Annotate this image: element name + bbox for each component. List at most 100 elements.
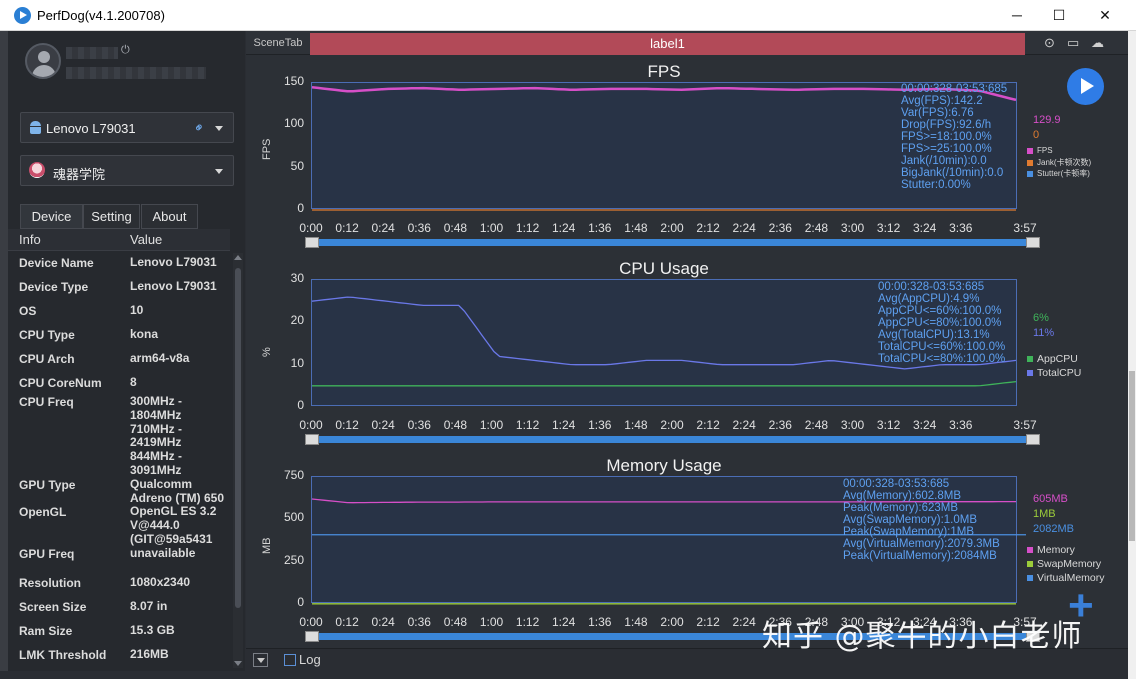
device-select-value: Lenovo L79031 xyxy=(46,121,136,136)
scroll-up-icon[interactable] xyxy=(234,255,242,260)
link-icon[interactable]: ⚭ xyxy=(190,118,209,137)
info-key: CPU Freq xyxy=(19,395,74,409)
memory-x-tick-label: 0:36 xyxy=(407,615,431,629)
info-value: unavailable xyxy=(130,546,196,560)
app-select[interactable]: 魂器学院 xyxy=(20,155,234,186)
fps-range-slider[interactable] xyxy=(312,239,1038,246)
chevron-down-icon xyxy=(215,126,223,131)
power-icon[interactable]: ⏻ xyxy=(121,44,130,57)
fps-x-tick-label: 2:00 xyxy=(660,221,684,235)
info-value: 8 xyxy=(130,375,137,389)
legend-label: Jank(卡顿次数) xyxy=(1037,158,1092,167)
info-key: CPU Type xyxy=(19,328,75,342)
legend-label: Memory xyxy=(1037,544,1075,556)
memory-x-tick-label: 2:12 xyxy=(696,615,720,629)
scrollbar-thumb[interactable] xyxy=(235,268,241,608)
window-left-border xyxy=(0,31,8,679)
memory-legend-value: 2082MB xyxy=(1033,523,1074,535)
cpu-slider-start-handle[interactable] xyxy=(305,434,319,445)
info-value: 1080x2340 xyxy=(130,575,191,589)
fps-slider-end-handle[interactable] xyxy=(1026,237,1040,248)
tab-device[interactable]: Device xyxy=(20,204,83,229)
cpu-x-tick-label: 2:12 xyxy=(696,418,720,432)
info-scrollbar[interactable] xyxy=(233,253,243,668)
fps-legend-item[interactable]: Stutter(卡顿率) xyxy=(1027,168,1090,179)
device-select[interactable]: Lenovo L79031 ⚭ xyxy=(20,112,234,143)
memory-x-tick-label: 1:12 xyxy=(515,615,540,629)
fps-x-tick-label: 3:36 xyxy=(949,221,973,235)
folder-icon[interactable]: ▭ xyxy=(1067,35,1079,51)
memory-x-tick-label: 0:24 xyxy=(371,615,395,629)
fps-x-tick-label: 0:00 xyxy=(299,221,323,235)
cpu-legend-item[interactable]: AppCPU xyxy=(1027,353,1078,365)
info-value: kona xyxy=(130,327,159,341)
cpu-series-line-0 xyxy=(312,380,1017,387)
memory-legend-value: 1MB xyxy=(1033,508,1056,520)
legend-label: AppCPU xyxy=(1037,353,1078,365)
cpu-slider-end-handle[interactable] xyxy=(1026,434,1040,445)
log-label: Log xyxy=(299,652,321,667)
legend-swatch xyxy=(1027,170,1033,177)
maximize-button[interactable]: ☐ xyxy=(1036,0,1082,31)
avatar[interactable] xyxy=(25,43,61,79)
info-key: LMK Threshold xyxy=(19,648,107,662)
fps-y-tick-label: 150 xyxy=(283,74,304,88)
scroll-down-icon[interactable] xyxy=(234,661,242,666)
legend-label: SwapMemory xyxy=(1037,558,1102,570)
fps-x-tick-label: 0:36 xyxy=(407,221,431,235)
legend-swatch xyxy=(1027,575,1033,582)
cpu-legend-item[interactable]: TotalCPU xyxy=(1027,367,1081,379)
fps-x-tick-label: 2:48 xyxy=(804,221,829,235)
scenetab-button[interactable]: SceneTab xyxy=(246,31,310,55)
cpu-range-slider[interactable] xyxy=(312,436,1038,443)
fps-slider-start-handle[interactable] xyxy=(305,237,319,248)
fps-x-tick-label: 1:24 xyxy=(552,221,576,235)
cpu-y-tick-label: 0 xyxy=(297,398,304,412)
info-table-header: Info Value xyxy=(8,229,230,251)
cpu-chart-title: CPU Usage xyxy=(619,259,709,278)
play-button[interactable] xyxy=(1067,68,1104,105)
outer-scrollbar[interactable] xyxy=(1128,31,1136,679)
outer-scrollbar-thumb[interactable] xyxy=(1129,371,1135,541)
expand-button[interactable] xyxy=(253,653,268,667)
memory-x-tick-label: 2:24 xyxy=(732,615,756,629)
info-value: Lenovo L79031 xyxy=(130,279,217,293)
info-value: 300MHz - 1804MHz 710MHz - 2419MHz 844MHz… xyxy=(130,394,183,477)
legend-label: Stutter(卡顿率) xyxy=(1037,169,1090,178)
memory-slider-start-handle[interactable] xyxy=(305,631,319,642)
app-select-value: 魂器学院 xyxy=(53,167,106,182)
info-value: 216MB xyxy=(130,647,169,661)
fps-legend-item[interactable]: Jank(卡顿次数) xyxy=(1027,157,1091,168)
cpu-x-tick-label: 1:48 xyxy=(624,418,648,432)
fps-x-tick-label: 1:12 xyxy=(515,221,540,235)
legend-swatch xyxy=(1027,547,1033,554)
minimize-button[interactable]: ─ xyxy=(994,0,1040,31)
memory-legend-item[interactable]: SwapMemory xyxy=(1027,558,1101,570)
location-icon[interactable]: ⊙ xyxy=(1044,35,1055,51)
info-value: OpenGL ES 3.2 V@444.0 (GIT@59a5431 xyxy=(130,504,217,546)
tab-setting[interactable]: Setting xyxy=(83,204,140,229)
info-key: OS xyxy=(19,304,37,318)
scene-label-tab[interactable]: label1 xyxy=(310,33,1025,55)
cpu-x-tick-label: 0:00 xyxy=(299,418,323,432)
perfdog-logo-icon xyxy=(14,7,31,24)
fps-x-tick-label: 1:36 xyxy=(588,221,612,235)
fps-legend-value: 129.9 xyxy=(1033,114,1061,126)
legend-swatch xyxy=(1027,147,1033,154)
fps-chart-title: FPS xyxy=(647,62,681,81)
tab-about[interactable]: About xyxy=(141,204,198,229)
memory-stats-box: 00:00:328-03:53:685 Avg(Memory):602.8MB … xyxy=(843,478,1000,562)
app-icon xyxy=(29,162,45,178)
memory-x-tick-label: 1:24 xyxy=(552,615,576,629)
memory-chart-title: Memory Usage xyxy=(606,456,722,475)
cpu-y-tick-label: 20 xyxy=(290,313,304,328)
cloud-icon[interactable]: ☁ xyxy=(1091,35,1104,51)
log-checkbox[interactable] xyxy=(284,654,296,666)
left-panel: ⏻ Lenovo L79031 ⚭ 魂器学院 Device Setting Ab… xyxy=(8,31,245,671)
legend-swatch xyxy=(1027,356,1033,363)
android-icon xyxy=(30,121,41,134)
fps-legend-item[interactable]: FPS xyxy=(1027,146,1053,155)
fps-x-tick-label: 0:12 xyxy=(335,221,359,235)
close-button[interactable]: ✕ xyxy=(1082,0,1128,31)
memory-legend-item[interactable]: Memory xyxy=(1027,544,1075,556)
